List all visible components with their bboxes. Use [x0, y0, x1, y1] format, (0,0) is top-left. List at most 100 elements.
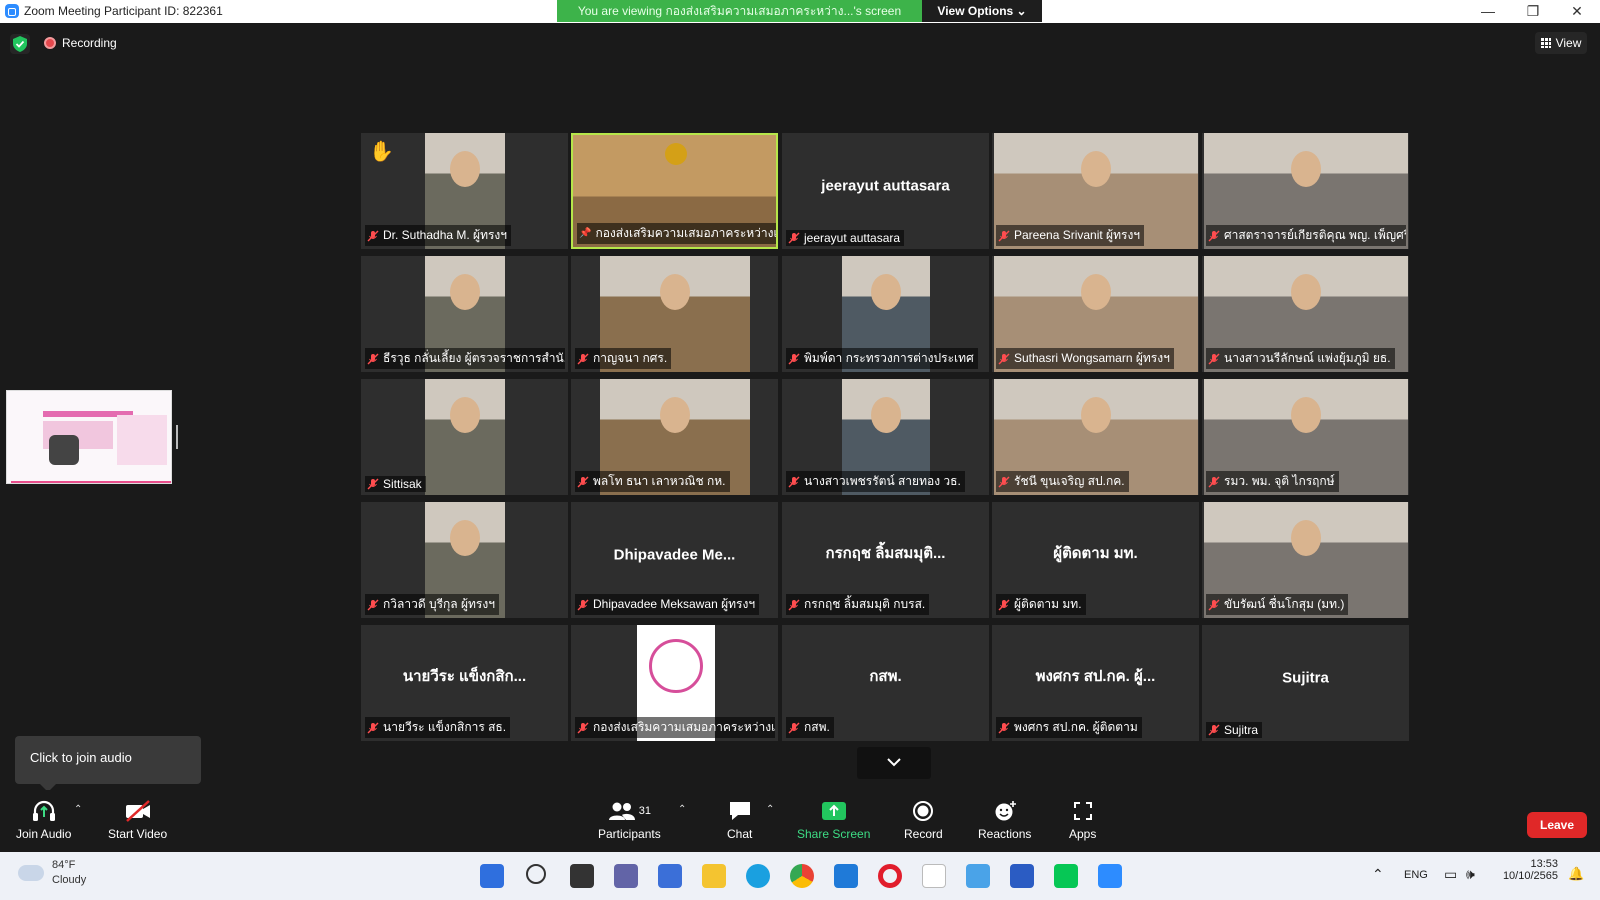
record-button[interactable]: Record — [904, 798, 943, 841]
participant-name: Sujitra — [1224, 723, 1259, 737]
participant-tile[interactable]: นายวีระ แข็งกสิก... นายวีระ แข็งกสิการ สธ… — [361, 625, 568, 741]
participant-tile[interactable]: พลโท ธนา เลาหวณิช กห. — [571, 379, 778, 495]
participant-tile[interactable]: พงศกร สป.กค. ผู้... พงศกร สป.กค. ผู้ติดตา… — [992, 625, 1199, 741]
minimize-button[interactable]: — — [1473, 2, 1503, 20]
chat-caret-icon[interactable]: ⌃ — [766, 804, 774, 815]
start-menu-icon[interactable] — [480, 864, 504, 888]
close-button[interactable]: ✕ — [1562, 2, 1592, 20]
opera-icon[interactable] — [878, 864, 902, 888]
muted-mic-icon — [367, 478, 379, 490]
participant-count: 31 — [638, 805, 651, 817]
weather-widget[interactable]: 84°F Cloudy — [18, 858, 86, 888]
show-hidden-icons-chevron-icon[interactable]: ⌃ — [1372, 866, 1384, 883]
thumbnail-resize-handle[interactable] — [176, 425, 178, 449]
participant-name-label: Dhipavadee Meksawan ผู้ทรงฯ — [575, 594, 760, 615]
start-video-button[interactable]: Start Video — [108, 798, 167, 841]
security-shield-icon[interactable] — [10, 34, 30, 54]
word-icon[interactable] — [1010, 864, 1034, 888]
participant-tile[interactable]: jeerayut auttasara jeerayut auttasara — [782, 133, 989, 249]
view-button[interactable]: View — [1535, 32, 1587, 54]
participant-name: ผู้ติดตาม มท. — [1014, 597, 1082, 611]
participant-name-label: Sujitra — [1206, 722, 1263, 738]
participant-name: กองส่งเสริมความเสมอภาคระหว่างเพศ — [593, 720, 775, 734]
clock[interactable]: 13:53 10/10/2565 — [1498, 858, 1558, 882]
participants-button[interactable]: 31 Participants — [598, 798, 661, 841]
participant-tile[interactable]: กสพ. กสพ. — [782, 625, 989, 741]
audio-options-caret-icon[interactable]: ⌃ — [74, 804, 82, 815]
teams-icon[interactable] — [614, 864, 638, 888]
share-screen-button[interactable]: Share Screen — [797, 798, 870, 841]
participant-name: Dhipavadee Meksawan ผู้ทรงฯ — [593, 597, 756, 611]
participant-name-label: นายวีระ แข็งกสิการ สธ. — [365, 717, 511, 738]
participant-tile[interactable]: ศาสตราจารย์เกียรติคุณ พญ. เพ็ญศรี... — [1202, 133, 1409, 249]
notification-bell-icon[interactable]: 🔔 — [1568, 866, 1584, 882]
participant-tile[interactable]: ธีรวุธ กลั่นเลี้ยง ผู้ตรวจราชการสำนั... — [361, 256, 568, 372]
view-options-button[interactable]: View Options ⌄ — [922, 0, 1042, 22]
gallery-next-page-button[interactable] — [857, 747, 931, 779]
apps-icon — [1072, 798, 1094, 824]
reactions-button[interactable]: Reactions — [978, 798, 1031, 841]
participant-name: Suthasri Wongsamarn ผู้ทรงฯ — [1014, 351, 1170, 365]
join-audio-label: Join Audio — [16, 827, 72, 841]
search-icon[interactable] — [526, 864, 546, 884]
participant-name: กรกฤช ลิ้มสมมุติ กบรส. — [804, 597, 926, 611]
muted-mic-icon — [788, 476, 800, 487]
file-explorer-icon[interactable] — [702, 864, 726, 888]
participant-display-name: นายวีระ แข็งกสิก... — [402, 667, 527, 685]
participant-tile[interactable]: Sujitra Sujitra — [1202, 625, 1409, 741]
participant-tile[interactable]: รมว. พม. จุติ ไกรฤกษ์ — [1202, 379, 1409, 495]
line-icon[interactable] — [1054, 864, 1078, 888]
participant-tile[interactable]: Suthasri Wongsamarn ผู้ทรงฯ — [992, 256, 1199, 372]
participant-name-label: Pareena Srivanit ผู้ทรงฯ — [996, 225, 1145, 246]
participant-tile[interactable]: พิมพ์ดา กระทรวงการต่างประเทศ — [782, 256, 989, 372]
participant-tile[interactable]: รัชนี ขุนเจริญ สป.กค. — [992, 379, 1199, 495]
participant-name-label: พงศกร สป.กค. ผู้ติดตาม — [996, 717, 1142, 738]
participants-caret-icon[interactable]: ⌃ — [678, 804, 686, 815]
participant-tile[interactable]: ✋ Dr. Suthadha M. ผู้ทรงฯ — [361, 133, 568, 249]
volume-icon[interactable]: 🕪 — [1466, 866, 1475, 883]
muted-mic-icon — [577, 353, 589, 364]
participant-tile[interactable]: นางสาวเพชรรัตน์ สายทอง วธ. — [782, 379, 989, 495]
participant-tile[interactable]: กรกฤช ลิ้มสมมุติ... กรกฤช ลิ้มสมมุติ กบรส… — [782, 502, 989, 618]
recording-indicator[interactable]: Recording — [44, 36, 117, 50]
task-view-icon[interactable] — [570, 864, 594, 888]
participant-tile[interactable]: Pareena Srivanit ผู้ทรงฯ — [992, 133, 1199, 249]
recording-label: Recording — [62, 36, 117, 50]
participant-tile[interactable]: 📌 กองส่งเสริมความเสมอภาคระหว่างเพศ — [571, 133, 778, 249]
mail-icon[interactable] — [834, 864, 858, 888]
notepad-icon[interactable] — [922, 864, 946, 888]
participant-tile[interactable]: Dhipavadee Me... Dhipavadee Meksawan ผู้ท… — [571, 502, 778, 618]
language-indicator[interactable]: ENG — [1404, 869, 1428, 881]
participant-name-label: ขับรัฒน์ ชื่นโกสุม (มท.) — [1206, 594, 1349, 615]
muted-mic-icon — [788, 232, 800, 244]
join-audio-button[interactable]: Join Audio — [16, 798, 71, 841]
participant-display-name: jeerayut auttasara — [821, 177, 950, 195]
muted-mic-icon — [998, 230, 1010, 241]
participant-tile[interactable]: นางสาวนรีลักษณ์ แพ่งยุ้มภูมิ ยธ. — [1202, 256, 1409, 372]
chat-button[interactable]: Chat — [727, 798, 752, 841]
participant-tile[interactable]: Sittisak — [361, 379, 568, 495]
maximize-button[interactable]: ❐ — [1518, 2, 1548, 20]
participant-tile[interactable]: ขับรัฒน์ ชื่นโกสุม (มท.) — [1202, 502, 1409, 618]
photos-icon[interactable] — [966, 864, 990, 888]
participant-tile[interactable]: ผู้ติดตาม มท. ผู้ติดตาม มท. — [992, 502, 1199, 618]
participant-name-label: กสพ. — [786, 717, 834, 738]
shared-screen-thumbnail[interactable] — [6, 390, 172, 484]
apps-button[interactable]: Apps — [1069, 798, 1096, 841]
participant-tile[interactable]: กวิลาวดี บุรีกุล ผู้ทรงฯ — [361, 502, 568, 618]
participant-name-label: Suthasri Wongsamarn ผู้ทรงฯ — [996, 348, 1174, 369]
muted-mic-icon — [998, 722, 1010, 733]
chrome-icon[interactable] — [790, 864, 814, 888]
store-icon[interactable] — [658, 864, 682, 888]
raised-hand-icon: ✋ — [369, 141, 394, 163]
leave-button[interactable]: Leave — [1527, 812, 1587, 838]
grid-view-icon — [1540, 38, 1551, 48]
edge-icon[interactable] — [746, 864, 770, 888]
recording-dot-icon — [44, 37, 56, 49]
participant-name-label: รัชนี ขุนเจริญ สป.กค. — [996, 471, 1129, 492]
zoom-taskbar-icon[interactable] — [1098, 864, 1122, 888]
muted-mic-icon — [788, 353, 800, 364]
network-icon[interactable]: ▭ — [1444, 866, 1457, 883]
participant-tile[interactable]: กาญจนา กศร. — [571, 256, 778, 372]
participant-tile[interactable]: กองส่งเสริมความเสมอภาคระหว่างเพศ — [571, 625, 778, 741]
